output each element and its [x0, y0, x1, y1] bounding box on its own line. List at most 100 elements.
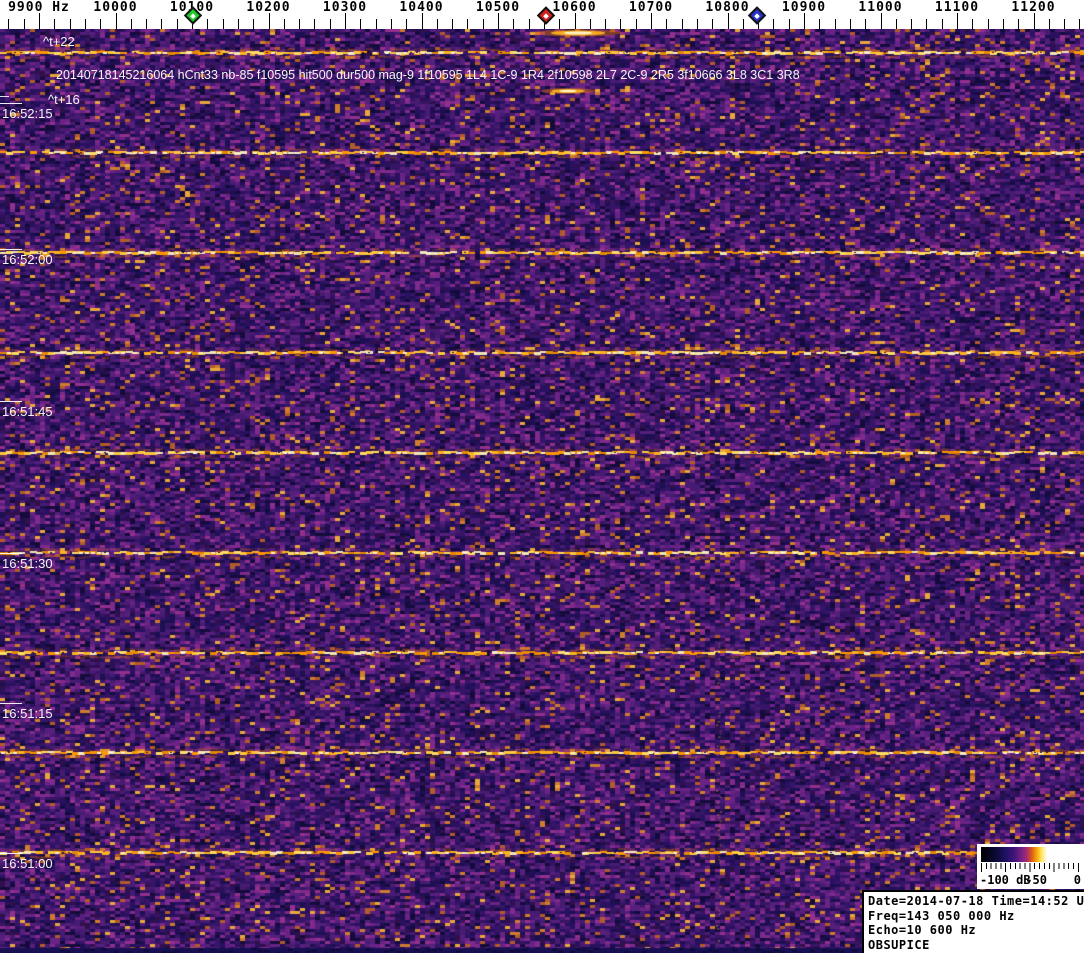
ruler-tick [513, 19, 515, 29]
ruler-tick [237, 19, 239, 29]
time-label: 16:51:30 [2, 556, 53, 571]
time-tick [0, 401, 22, 402]
ruler-tick [498, 13, 499, 29]
ruler-tick [375, 19, 377, 29]
time-tick [0, 553, 22, 554]
ruler-tick [268, 13, 270, 29]
ruler-tick [742, 19, 744, 29]
ruler-tick [911, 19, 913, 29]
time-tick [0, 103, 22, 104]
ruler-tick [559, 19, 561, 29]
ruler-label: 10500 [475, 0, 521, 15]
ruler-tick [452, 19, 454, 29]
ruler-label: 11200 [1011, 0, 1056, 15]
time-tick [0, 703, 22, 704]
ruler-tick [345, 13, 346, 29]
color-scale-labels: -100 dB -50 0 [979, 873, 1081, 888]
ruler-tick [895, 19, 897, 29]
ruler-tick [620, 19, 622, 29]
meteor-spectrogram-display: 9900 Hz100001010010200103001040010500106… [0, 0, 1084, 953]
ruler-tick [176, 19, 178, 29]
time-shift-label-bottom: ^t+16 [48, 92, 80, 107]
ruler-tick [957, 13, 958, 29]
ruler-tick [283, 19, 285, 29]
scale-label-mid: -50 [1025, 873, 1047, 887]
ruler-tick [436, 19, 438, 29]
ruler-label: 10800 [705, 0, 750, 15]
ruler-tick [773, 19, 775, 29]
ruler-label: 10400 [399, 0, 444, 15]
ruler-tick [23, 19, 25, 29]
ruler-tick [1048, 19, 1050, 29]
time-label: 16:52:00 [2, 252, 53, 267]
ruler-tick [467, 19, 469, 29]
ruler-tick [207, 19, 209, 29]
ruler-tick [1002, 19, 1004, 29]
ruler-tick [84, 19, 86, 29]
time-label: 16:51:15 [2, 706, 53, 721]
ruler-tick [299, 19, 301, 29]
time-label: 16:51:00 [2, 856, 53, 871]
ruler-tick [865, 19, 867, 29]
ruler-label: 11100 [934, 0, 980, 15]
ruler-label: 10900 [781, 0, 827, 15]
info-frequency: Freq=143 050 000 Hz [868, 908, 1015, 923]
ruler-tick [834, 19, 836, 29]
info-station: OBSUPICE [868, 937, 930, 952]
ruler-tick [926, 19, 928, 29]
time-tick [0, 249, 22, 250]
ruler-tick [130, 19, 132, 29]
time-label: 16:52:15 [2, 106, 53, 121]
ruler-tick [589, 19, 591, 29]
ruler-tick [360, 19, 362, 29]
ruler-label: 10000 [93, 0, 138, 15]
ruler-tick [146, 19, 148, 29]
ruler-tick [329, 19, 331, 29]
ruler-tick [421, 13, 423, 29]
ruler-label: 10200 [246, 0, 291, 15]
ruler-tick [605, 19, 607, 29]
ruler-tick [972, 19, 974, 29]
ruler-tick [222, 19, 224, 29]
ruler-tick [849, 19, 851, 29]
ruler-tick [314, 19, 316, 29]
ruler-label: 10600 [552, 0, 597, 15]
ruler-tick [253, 19, 255, 29]
ruler-tick [788, 19, 790, 29]
time-label: 16:51:45 [2, 404, 53, 419]
ruler-tick [100, 19, 102, 29]
scale-label-max: 0 [1073, 873, 1081, 887]
ruler-tick [69, 19, 71, 29]
blue-diamond-marker [747, 6, 767, 25]
left-edge-tick [0, 96, 9, 97]
color-scale-ticks [981, 863, 1080, 873]
ruler-tick [727, 13, 729, 29]
status-info-box: Date=2014-07-18 Time=14:52 UTC Freq=143 … [862, 890, 1084, 953]
info-date-time: Date=2014-07-18 Time=14:52 UTC [868, 894, 1084, 908]
ruler-tick [161, 19, 163, 29]
ruler-tick [574, 13, 576, 29]
ruler-label: 11000 [858, 0, 903, 15]
ruler-tick [406, 19, 408, 29]
ruler-label: 10700 [628, 0, 674, 15]
frequency-ruler: 9900 Hz100001010010200103001040010500106… [0, 0, 1084, 29]
color-scale-gradient [981, 847, 1080, 862]
ruler-tick [8, 19, 10, 29]
ruler-tick [39, 13, 40, 29]
ruler-tick [666, 19, 668, 29]
ruler-tick [1018, 19, 1020, 29]
time-shift-label-top: ^t+22 [43, 34, 75, 49]
ruler-tick [681, 19, 683, 29]
ruler-tick [651, 13, 652, 29]
ruler-tick [804, 13, 805, 29]
ruler-tick [819, 19, 821, 29]
ruler-tick [696, 19, 698, 29]
ruler-label: 9900 Hz [8, 0, 70, 15]
ruler-tick [1064, 19, 1066, 29]
info-echo: Echo=10 600 Hz [868, 923, 977, 937]
ruler-tick [880, 13, 882, 29]
scale-label-min: -100 dB [980, 873, 1031, 887]
ruler-tick [987, 19, 989, 29]
ruler-tick [1079, 19, 1081, 29]
time-tick [0, 853, 22, 854]
